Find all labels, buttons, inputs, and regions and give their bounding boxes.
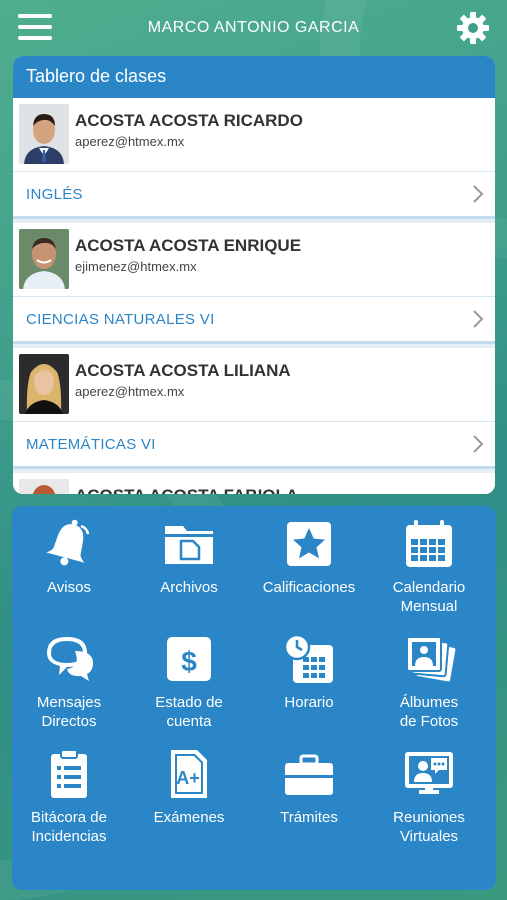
tile-label: Bitácora de xyxy=(31,809,107,826)
subject-row[interactable]: MATEMÁTICAS VI xyxy=(13,422,495,466)
calificaciones-button[interactable]: Calificaciones xyxy=(249,516,369,597)
bitacora-de-incidencias-button[interactable]: Bitácora de Incidencias xyxy=(12,746,129,846)
exam-grade-icon: A+ xyxy=(171,750,207,798)
dollar-icon: $ xyxy=(167,637,211,681)
horario-button[interactable]: Horario xyxy=(249,631,369,712)
calendario-mensual-button[interactable]: Calendario Mensual xyxy=(369,516,489,616)
user-name-title: MARCO ANTONIO GARCIA xyxy=(147,19,360,36)
tile-label: Reuniones xyxy=(393,809,465,826)
mensajes-directos-button[interactable]: Mensajes Directos xyxy=(12,631,129,731)
tile-label: Calendario xyxy=(392,579,466,596)
chat-bubbles-icon xyxy=(47,637,93,681)
subject-row[interactable]: CIENCIAS NATURALES VI xyxy=(13,297,495,341)
teacher-email: aperez@htmex.mx xyxy=(75,384,185,399)
avisos-button[interactable]: Avisos xyxy=(12,516,129,597)
class-card: ACOSTA ACOSTA RICARDO aperez@htmex.mx IN… xyxy=(13,98,495,219)
folder-icon xyxy=(165,526,213,564)
avatar xyxy=(19,104,69,164)
teacher-row[interactable]: ACOSTA ACOSTA FABIOLA xyxy=(13,473,495,494)
tile-label-2: Directos xyxy=(41,713,97,730)
board-title: Tablero de clases xyxy=(13,56,495,98)
class-card: ACOSTA ACOSTA LILIANA aperez@htmex.mx MA… xyxy=(13,348,495,469)
chevron-right-icon xyxy=(473,435,484,453)
subject-row[interactable]: INGLÉS xyxy=(13,172,495,216)
svg-text:A+: A+ xyxy=(176,768,200,788)
subject-label: MATEMÁTICAS VI xyxy=(26,436,156,453)
teacher-email: ejimenez@htmex.mx xyxy=(75,259,197,274)
subject-label: CIENCIAS NATURALES VI xyxy=(26,311,215,328)
calendar-icon xyxy=(406,520,452,567)
class-card: ACOSTA ACOSTA ENRIQUE ejimenez@htmex.mx … xyxy=(13,223,495,344)
estado-de-cuenta-button[interactable]: $ Estado de cuenta xyxy=(129,631,249,731)
tile-label-2: Virtuales xyxy=(399,828,459,845)
class-card: ACOSTA ACOSTA FABIOLA xyxy=(13,473,495,494)
examenes-button[interactable]: A+ Exámenes xyxy=(129,746,249,827)
tile-label-2: de Fotos xyxy=(399,713,459,730)
svg-text:$: $ xyxy=(181,646,197,677)
tramites-button[interactable]: Trámites xyxy=(249,746,369,827)
teacher-name: ACOSTA ACOSTA RICARDO xyxy=(75,111,303,130)
chevron-right-icon xyxy=(473,185,484,203)
teacher-row[interactable]: ACOSTA ACOSTA RICARDO aperez@htmex.mx xyxy=(13,98,495,172)
tile-label: Horario xyxy=(284,694,334,711)
video-meeting-icon xyxy=(405,752,453,794)
teacher-name: ACOSTA ACOSTA LILIANA xyxy=(75,361,291,380)
briefcase-icon xyxy=(285,754,333,795)
tile-label: Archivos xyxy=(160,579,218,596)
tile-label: Exámenes xyxy=(153,809,225,826)
archivos-button[interactable]: Archivos xyxy=(129,516,249,597)
menu-grid: Avisos Archivos Calificaciones Calendari… xyxy=(12,506,496,890)
teacher-name: ACOSTA ACOSTA FABIOLA xyxy=(75,486,298,494)
class-board: Tablero de clases ACOSTA ACOSTA RICARDO … xyxy=(13,56,495,494)
teacher-email: aperez@htmex.mx xyxy=(75,134,185,149)
teacher-row[interactable]: ACOSTA ACOSTA ENRIQUE ejimenez@htmex.mx xyxy=(13,223,495,297)
tile-label-2: Mensual xyxy=(400,598,458,615)
photo-album-icon xyxy=(406,636,456,682)
tile-label: Trámites xyxy=(280,809,338,826)
bell-icon xyxy=(46,519,90,566)
tile-label: Avisos xyxy=(47,579,91,596)
tile-label: Mensajes xyxy=(36,694,102,711)
reuniones-virtuales-button[interactable]: Reuniones Virtuales xyxy=(369,746,489,846)
teacher-row[interactable]: ACOSTA ACOSTA LILIANA aperez@htmex.mx xyxy=(13,348,495,422)
schedule-icon xyxy=(283,633,333,683)
tile-label: Estado de xyxy=(155,694,223,711)
top-bar: MARCO ANTONIO GARCIA xyxy=(0,0,507,56)
teacher-name: ACOSTA ACOSTA ENRIQUE xyxy=(75,236,302,255)
albumes-de-fotos-button[interactable]: Álbumes de Fotos xyxy=(369,631,489,731)
chevron-right-icon xyxy=(473,310,484,328)
tile-label: Álbumes xyxy=(399,694,459,711)
clipboard-icon xyxy=(51,749,87,798)
avatar xyxy=(19,229,69,289)
avatar xyxy=(19,354,69,414)
tile-label-2: Incidencias xyxy=(31,828,107,845)
avatar xyxy=(19,479,69,494)
subject-label: INGLÉS xyxy=(26,186,83,203)
gear-icon[interactable] xyxy=(455,10,491,46)
tile-label: Calificaciones xyxy=(262,579,356,596)
star-icon xyxy=(287,522,331,566)
tile-label-2: cuenta xyxy=(166,713,212,730)
